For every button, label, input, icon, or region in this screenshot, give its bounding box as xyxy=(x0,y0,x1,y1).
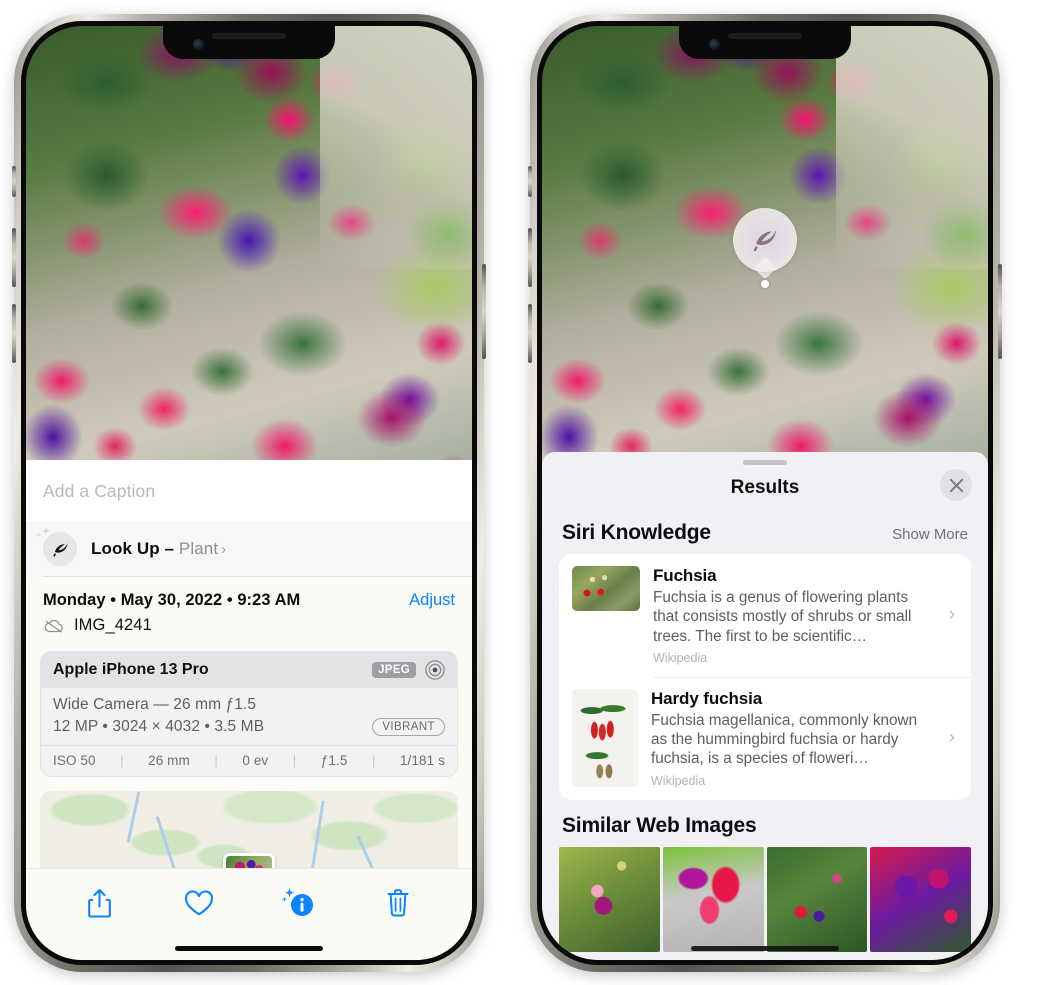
exif-stat-aperture: ƒ1.5 xyxy=(320,753,348,768)
front-camera-icon xyxy=(193,39,204,50)
exif-stat-focal: 26 mm xyxy=(148,753,190,768)
delete-button[interactable] xyxy=(370,881,426,925)
look-up-label: Look Up – Plant › xyxy=(91,539,226,559)
leaf-glyph xyxy=(753,230,777,252)
volume-down-button[interactable] xyxy=(528,304,532,363)
power-button[interactable] xyxy=(998,264,1002,359)
file-size-info: 12 MP • 3024 × 4032 • 3.5 MB xyxy=(53,718,265,735)
favorite-button[interactable] xyxy=(171,881,227,925)
front-camera-icon xyxy=(709,39,720,50)
date-block: Monday • May 30, 2022 • 9:23 AM Adjust I… xyxy=(26,577,472,638)
chevron-right-icon: › xyxy=(948,727,955,749)
result-description: Fuchsia magellanica, commonly known as t… xyxy=(651,711,918,768)
result-description: Fuchsia is a genus of flowering plants t… xyxy=(653,589,912,645)
location-map[interactable] xyxy=(40,791,458,877)
close-icon xyxy=(949,478,963,492)
visual-lookup-badge[interactable] xyxy=(733,208,797,288)
photo-datetime: Monday • May 30, 2022 • 9:23 AM xyxy=(43,591,301,609)
heart-icon xyxy=(185,889,214,915)
result-source: Wikipedia xyxy=(653,650,708,665)
web-image-1[interactable] xyxy=(559,846,660,952)
results-panel: Results Siri Knowledge Show More Fuchsia… xyxy=(542,452,988,960)
left-iphone-device: Add a Caption Look Up – Plant › Monday •… xyxy=(12,14,486,972)
exif-stat-shutter: 1/181 s xyxy=(399,753,445,768)
page-title: Results xyxy=(730,477,800,498)
result-thumbnail xyxy=(572,688,638,787)
info-button[interactable] xyxy=(271,881,327,925)
result-source: Wikipedia xyxy=(651,773,706,788)
mute-switch[interactable] xyxy=(528,166,532,197)
earpiece-speaker xyxy=(728,33,802,39)
adjust-button[interactable]: Adjust xyxy=(409,591,455,610)
screenshot-stage: Add a Caption Look Up – Plant › Monday •… xyxy=(0,0,1055,985)
list-item[interactable]: Hardy fuchsia Fuchsia magellanica, commo… xyxy=(559,676,971,800)
result-thumbnail xyxy=(572,566,640,611)
home-indicator[interactable] xyxy=(175,946,323,951)
divider: | xyxy=(292,753,297,768)
look-up-subject: Plant xyxy=(178,539,219,558)
show-more-button[interactable]: Show More xyxy=(892,526,968,543)
exif-body: Wide Camera — 26 mm ƒ1.5 12 MP • 3024 × … xyxy=(41,688,457,745)
similar-web-images-section-header: Similar Web Images xyxy=(542,800,988,847)
lens-info: Wide Camera — 26 mm ƒ1.5 xyxy=(53,696,257,713)
siri-knowledge-cards: Fuchsia Fuchsia is a genus of flowering … xyxy=(559,554,971,800)
result-title: Hardy fuchsia xyxy=(651,688,763,708)
leaf-icon xyxy=(35,526,77,566)
exif-stat-iso: ISO 50 xyxy=(53,753,96,768)
exif-stat-exposure: 0 ev xyxy=(242,753,269,768)
photographic-style-badge: VIBRANT xyxy=(372,718,445,736)
similar-web-images-strip[interactable] xyxy=(542,846,988,952)
share-button[interactable] xyxy=(72,881,128,925)
earpiece-speaker xyxy=(212,33,286,39)
leaf-icon xyxy=(733,208,797,272)
section-title: Similar Web Images xyxy=(562,813,757,837)
divider: | xyxy=(120,753,124,768)
chevron-right-icon: › xyxy=(221,541,227,558)
web-image-2[interactable] xyxy=(662,846,764,952)
badge-anchor-dot xyxy=(761,280,769,288)
exif-card[interactable]: Apple iPhone 13 Pro JPEG Wide Camera — 2… xyxy=(40,651,458,777)
share-icon xyxy=(88,888,112,918)
cloud-slash-icon xyxy=(44,619,63,633)
home-indicator[interactable] xyxy=(691,946,839,951)
result-title: Fuchsia xyxy=(653,566,717,585)
close-button[interactable] xyxy=(940,469,972,501)
exif-stats-row: ISO 50 | 26 mm | 0 ev | ƒ1.5 | 1/181 s xyxy=(41,745,457,776)
camera-model: Apple iPhone 13 Pro xyxy=(53,661,209,678)
results-header: Results xyxy=(542,465,988,511)
power-button[interactable] xyxy=(482,264,486,359)
divider: | xyxy=(371,753,376,768)
left-phone-bezel: Add a Caption Look Up – Plant › Monday •… xyxy=(21,21,477,965)
trash-icon xyxy=(387,889,409,917)
left-phone-screen: Add a Caption Look Up – Plant › Monday •… xyxy=(26,26,472,960)
exif-header: Apple iPhone 13 Pro JPEG xyxy=(41,652,457,688)
info-sparkle-icon xyxy=(281,888,313,916)
photo-filename: IMG_4241 xyxy=(74,616,152,634)
notch xyxy=(163,26,335,59)
list-item[interactable]: Fuchsia Fuchsia is a genus of flowering … xyxy=(559,554,971,677)
look-up-title: Look Up – xyxy=(91,539,175,558)
notch xyxy=(679,26,851,59)
right-phone-bezel: Results Siri Knowledge Show More Fuchsia… xyxy=(537,21,993,965)
mute-switch[interactable] xyxy=(12,166,16,197)
volume-up-button[interactable] xyxy=(12,228,16,287)
aperture-icon xyxy=(425,660,445,680)
volume-up-button[interactable] xyxy=(528,228,532,287)
sparkles-icon xyxy=(35,526,51,538)
web-image-3[interactable] xyxy=(766,846,868,952)
chevron-right-icon: › xyxy=(948,604,955,626)
caption-field[interactable]: Add a Caption xyxy=(26,460,472,521)
divider: | xyxy=(214,753,218,768)
right-phone-screen: Results Siri Knowledge Show More Fuchsia… xyxy=(542,26,988,960)
volume-down-button[interactable] xyxy=(12,304,16,363)
section-title: Siri Knowledge xyxy=(562,521,711,544)
right-iphone-device: Results Siri Knowledge Show More Fuchsia… xyxy=(528,14,1002,972)
web-image-4[interactable] xyxy=(870,846,971,952)
look-up-row[interactable]: Look Up – Plant › xyxy=(26,521,472,577)
siri-knowledge-section-header: Siri Knowledge Show More xyxy=(542,511,988,554)
format-badge: JPEG xyxy=(372,662,416,678)
